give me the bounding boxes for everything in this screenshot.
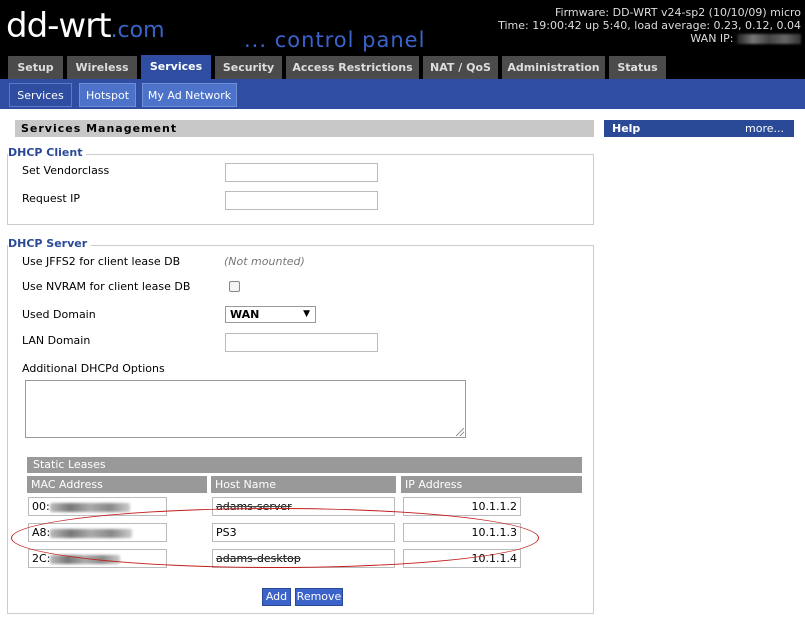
mac-redacted	[49, 502, 130, 512]
wan-ip-label: WAN IP:	[690, 32, 734, 45]
col-host-name: Host Name	[211, 476, 396, 493]
logo-com-text: .com	[110, 18, 165, 43]
tab-security[interactable]: Security	[215, 56, 282, 79]
mac-redacted	[50, 554, 121, 564]
lease-mac-prefix: 2C:	[32, 552, 51, 565]
help-title: Help	[612, 122, 641, 135]
tab-administration[interactable]: Administration	[502, 56, 605, 79]
add-lease-button[interactable]: Add	[262, 588, 291, 606]
jffs2-label: Use JFFS2 for client lease DB	[22, 255, 181, 268]
subtab-hotspot[interactable]: Hotspot	[79, 83, 136, 107]
dhcp-client-legend: DHCP Client	[8, 146, 87, 159]
resize-grip-icon[interactable]	[456, 428, 464, 436]
logo-main-text: dd-wrt	[6, 6, 112, 46]
lease-host-input[interactable]: adams-server	[212, 497, 395, 516]
lease-ip-input[interactable]: 10.1.1.4	[403, 549, 521, 568]
lease-ip-input[interactable]: 10.1.1.3	[403, 523, 521, 542]
mac-redacted	[50, 528, 133, 538]
used-domain-value: WAN	[230, 308, 260, 321]
lease-mac-prefix: 00:	[32, 500, 50, 513]
wan-ip-redacted	[737, 34, 801, 44]
main-nav: Setup Wireless Services Security Access …	[0, 55, 805, 79]
sub-nav: Services Hotspot My Ad Network	[0, 79, 805, 109]
lease-host-input[interactable]: PS3	[212, 523, 395, 542]
used-domain-select[interactable]: WAN ▼	[225, 306, 316, 323]
subtab-services[interactable]: Services	[9, 83, 72, 107]
lan-domain-label: LAN Domain	[22, 334, 91, 347]
control-panel-title: ... control panel	[244, 28, 426, 52]
tab-access-restrictions[interactable]: Access Restrictions	[286, 56, 419, 79]
chevron-down-icon: ▼	[303, 309, 310, 319]
request-ip-input[interactable]	[225, 191, 378, 210]
help-more-link[interactable]: more...	[745, 120, 784, 137]
lease-mac-input[interactable]: 00:	[28, 497, 167, 516]
subtab-my-ad-network[interactable]: My Ad Network	[142, 83, 237, 107]
static-leases-header: Static Leases	[27, 457, 582, 473]
used-domain-label: Used Domain	[22, 308, 96, 321]
lease-ip-input[interactable]: 10.1.1.2	[403, 497, 521, 516]
firmware-info: Firmware: DD-WRT v24-sp2 (10/10/09) micr…	[498, 6, 801, 45]
remove-lease-button[interactable]: Remove	[295, 588, 343, 606]
dhcp-server-legend: DHCP Server	[8, 237, 92, 250]
page-title: Services Management	[15, 120, 594, 137]
request-ip-label: Request IP	[22, 192, 81, 205]
tab-nat-qos[interactable]: NAT / QoS	[423, 56, 498, 79]
vendorclass-input[interactable]	[225, 163, 378, 182]
tab-services[interactable]: Services	[141, 55, 211, 79]
lease-host-input[interactable]: adams-desktop	[212, 549, 395, 568]
additional-options-label: Additional DHCPd Options	[22, 362, 165, 375]
header: dd-wrt.com ... control panel Firmware: D…	[0, 0, 805, 55]
lease-mac-input[interactable]: A8:	[28, 523, 167, 542]
uptime-info: Time: 19:00:42 up 5:40, load average: 0.…	[498, 19, 801, 32]
wan-ip-line: WAN IP:	[498, 32, 801, 45]
lease-mac-prefix: A8:	[32, 526, 51, 539]
col-mac-address: MAC Address	[27, 476, 207, 493]
tab-status[interactable]: Status	[609, 56, 666, 79]
nvram-label: Use NVRAM for client lease DB	[22, 280, 191, 293]
col-ip-address: IP Address	[401, 476, 582, 493]
jffs2-status: (Not mounted)	[224, 255, 305, 268]
firmware-version: Firmware: DD-WRT v24-sp2 (10/10/09) micr…	[554, 6, 801, 19]
nvram-checkbox[interactable]	[229, 281, 240, 292]
lease-mac-input[interactable]: 2C:	[28, 549, 167, 568]
lan-domain-input[interactable]	[225, 333, 378, 352]
tab-setup[interactable]: Setup	[8, 56, 63, 79]
vendorclass-label: Set Vendorclass	[22, 164, 110, 177]
additional-options-textarea[interactable]	[25, 380, 466, 438]
tab-wireless[interactable]: Wireless	[67, 56, 137, 79]
help-panel-header: Help more...	[604, 120, 794, 137]
dd-wrt-logo[interactable]: dd-wrt.com	[6, 6, 165, 54]
